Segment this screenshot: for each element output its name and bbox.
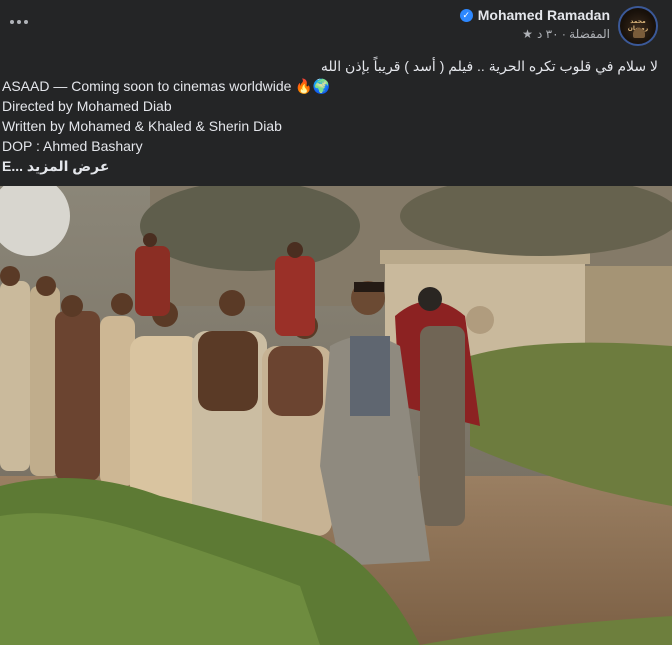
post-header: Mohamed Ramadan ✓ المفضلة · ٣٠ د ★ محمد …	[0, 0, 672, 52]
post-time[interactable]: المفضلة · ٣٠ د	[537, 27, 610, 41]
author-name[interactable]: Mohamed Ramadan	[478, 7, 610, 23]
post-photo[interactable]	[0, 186, 672, 645]
post-line-director: Directed by Mohamed Diab	[2, 98, 172, 114]
more-options-button[interactable]	[6, 12, 32, 32]
post-text: لا سلام في قلوب تكره الحرية .. فيلم ( أس…	[0, 56, 672, 176]
more-dot-icon	[24, 20, 28, 24]
verified-badge-icon: ✓	[459, 8, 473, 22]
facebook-post: Mohamed Ramadan ✓ المفضلة · ٣٠ د ★ محمد …	[0, 0, 672, 645]
post-line-dop: DOP : Ahmed Bashary	[2, 138, 143, 154]
post-line-writers: Written by Mohamed & Khaled & Sherin Dia…	[2, 118, 282, 134]
post-meta: المفضلة · ٣٠ د ★	[460, 27, 610, 41]
more-dot-icon	[10, 20, 14, 24]
avatar[interactable]: محمد رمضان	[618, 6, 658, 46]
see-more-link[interactable]: E... عرض المزيد	[0, 156, 672, 176]
film-still-image	[0, 186, 672, 645]
avatar-figure	[633, 28, 645, 38]
author-block: Mohamed Ramadan ✓ المفضلة · ٣٠ د ★	[459, 7, 610, 41]
post-line-arabic: لا سلام في قلوب تكره الحرية .. فيلم ( أس…	[320, 58, 658, 74]
more-dot-icon	[17, 20, 21, 24]
post-line-title: ASAAD — Coming soon to cinemas worldwide…	[2, 78, 331, 94]
star-icon: ★	[522, 27, 533, 41]
